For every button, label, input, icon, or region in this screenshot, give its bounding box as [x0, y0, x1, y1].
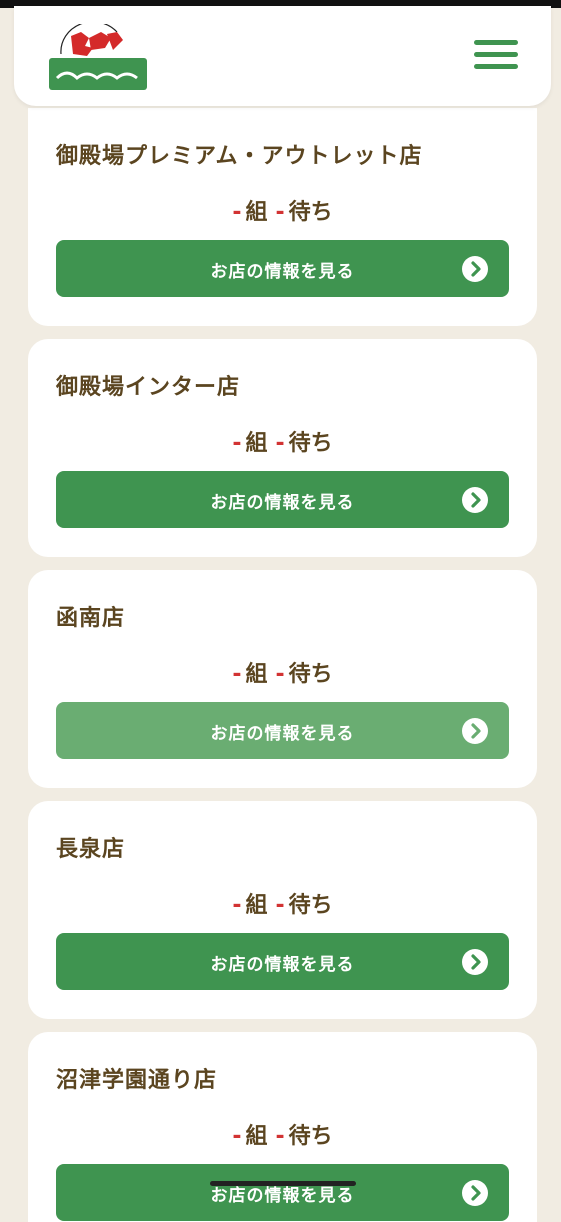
store-info-button[interactable]: お店の情報を見る [56, 1164, 509, 1221]
wait-status: - 組 - 待ち [28, 656, 537, 688]
wait-status: - 組 - 待ち [28, 194, 537, 226]
groups-label: 組 [245, 1124, 268, 1149]
menu-bar-top [474, 40, 518, 45]
groups-label: 組 [245, 200, 268, 225]
waiting-label: 待ち [288, 662, 333, 687]
wait-status: - 組 - 待ち [28, 887, 537, 919]
store-name: 御殿場インター店 [56, 375, 241, 400]
wait-status: - 組 - 待ち [28, 425, 537, 457]
home-indicator [210, 1181, 356, 1186]
waiting-label: 待ち [288, 1124, 333, 1149]
groups-value: - [232, 200, 242, 225]
store-card: 長泉店 - 組 - 待ち お店の情報を見る [28, 801, 537, 1019]
store-info-button-label: お店の情報を見る [210, 724, 355, 744]
store-card: 沼津学園通り店 - 組 - 待ち お店の情報を見る [28, 1032, 537, 1222]
store-info-button-label: お店の情報を見る [210, 262, 355, 282]
waiting-label: 待ち [288, 893, 333, 918]
chevron-right-icon [462, 487, 488, 513]
site-header [14, 6, 551, 106]
menu-bar-middle [474, 52, 518, 57]
wait-value: - [275, 431, 285, 456]
store-info-button[interactable]: お店の情報を見る [56, 240, 509, 297]
chevron-right-icon [462, 718, 488, 744]
store-info-button[interactable]: お店の情報を見る [56, 702, 509, 759]
logo-graphic [49, 21, 147, 90]
waiting-label: 待ち [288, 200, 333, 225]
groups-label: 組 [245, 431, 268, 456]
chevron-right-icon [462, 949, 488, 975]
wait-value: - [275, 1124, 285, 1149]
store-card: 函南店 - 組 - 待ち お店の情報を見る [28, 570, 537, 788]
sawayaka-logo[interactable] [47, 21, 149, 92]
wait-value: - [275, 893, 285, 918]
hamburger-menu-icon[interactable] [474, 40, 518, 74]
wait-status: - 組 - 待ち [28, 1118, 537, 1150]
store-info-button[interactable]: お店の情報を見る [56, 933, 509, 990]
groups-label: 組 [245, 662, 268, 687]
store-info-button[interactable]: お店の情報を見る [56, 471, 509, 528]
groups-label: 組 [245, 893, 268, 918]
chevron-right-icon [462, 1180, 488, 1206]
wait-value: - [275, 200, 285, 225]
chevron-right-icon [462, 256, 488, 282]
store-name: 御殿場プレミアム・アウトレット店 [56, 144, 423, 169]
waiting-label: 待ち [288, 431, 333, 456]
store-name: 沼津学園通り店 [56, 1068, 218, 1093]
store-name: 長泉店 [56, 837, 126, 862]
wait-value: - [275, 662, 285, 687]
groups-value: - [232, 1124, 242, 1149]
store-card: 御殿場インター店 - 組 - 待ち お店の情報を見る [28, 339, 537, 557]
groups-value: - [232, 662, 242, 687]
store-card: 御殿場プレミアム・アウトレット店 - 組 - 待ち お店の情報を見る [28, 108, 537, 326]
store-info-button-label: お店の情報を見る [210, 493, 355, 513]
menu-bar-bottom [474, 64, 518, 69]
groups-value: - [232, 431, 242, 456]
groups-value: - [232, 893, 242, 918]
store-name: 函南店 [56, 606, 126, 631]
store-info-button-label: お店の情報を見る [210, 955, 355, 975]
